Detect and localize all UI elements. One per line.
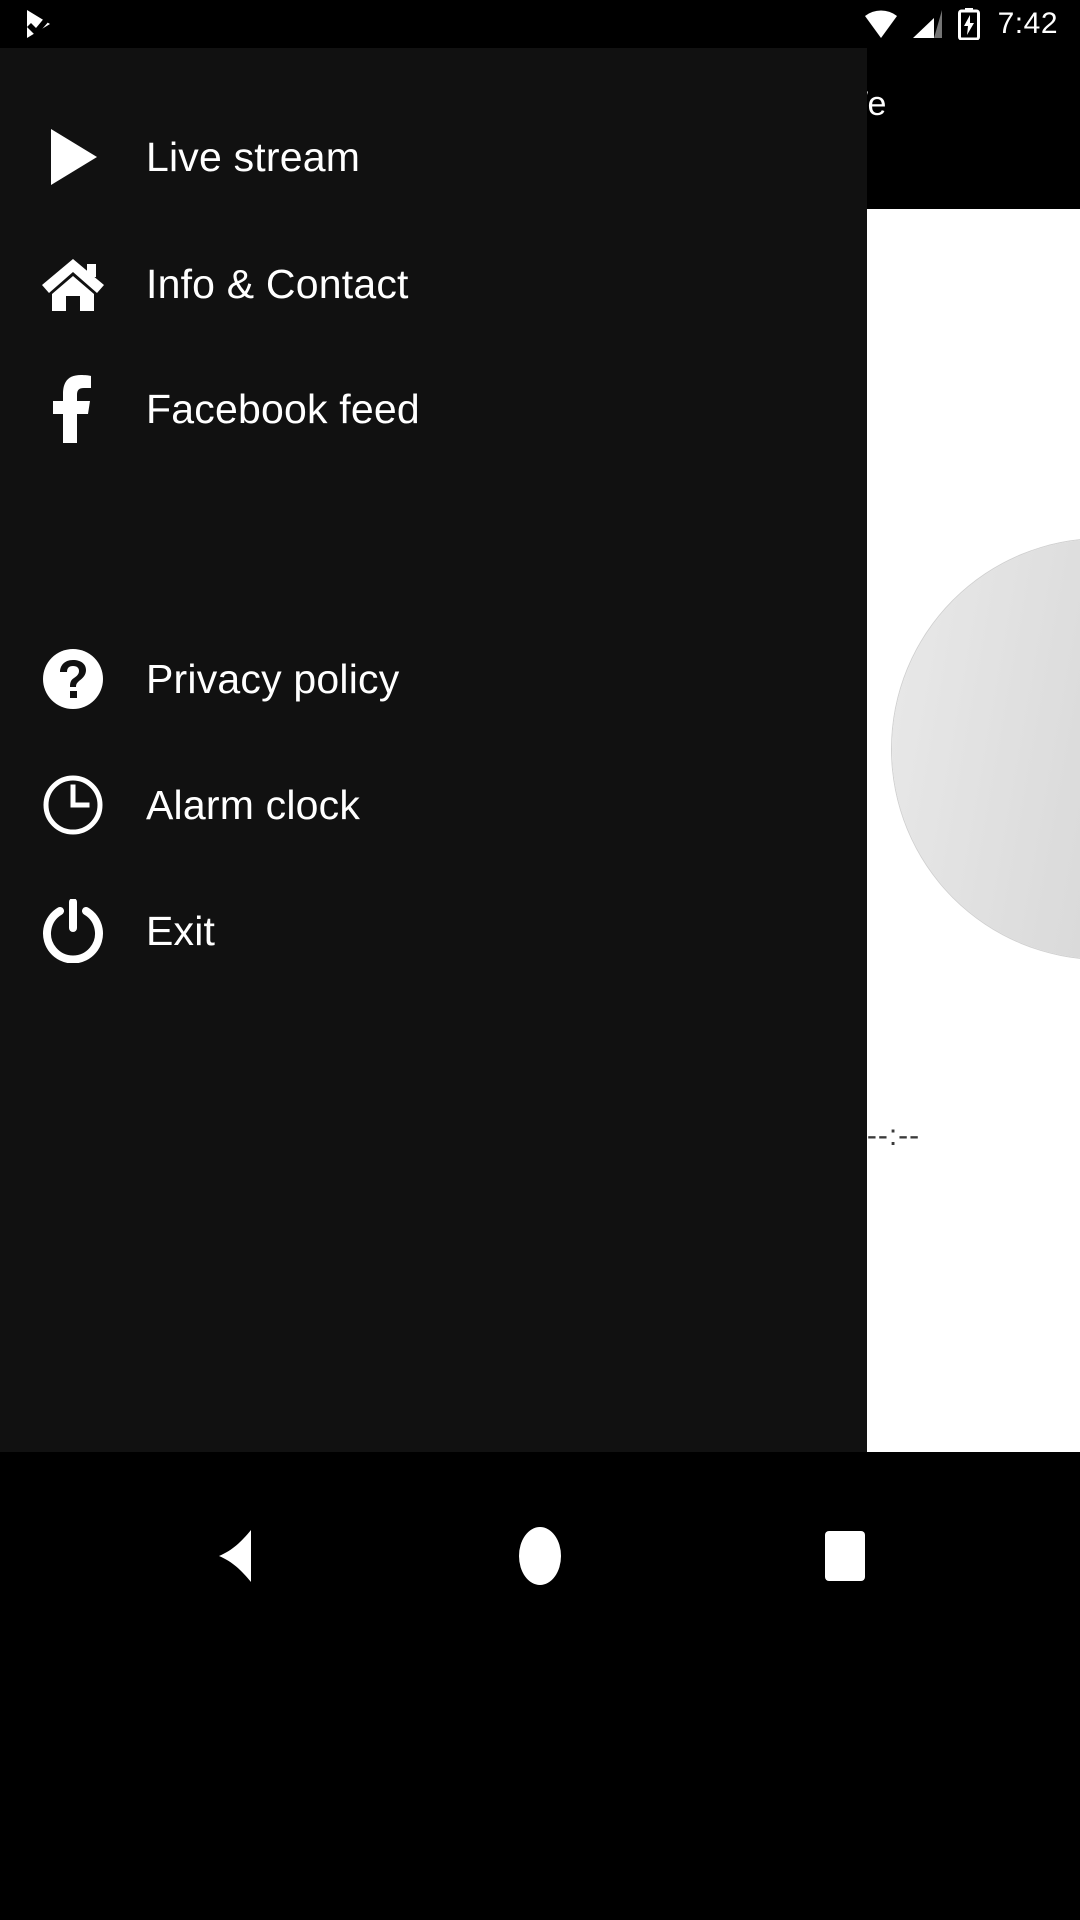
drawer-item-live-stream[interactable]: Live stream xyxy=(0,106,867,208)
status-bar-system-icons: 7:42 xyxy=(864,8,1058,40)
nav-back-button[interactable] xyxy=(175,1496,295,1616)
drawer-item-label: Live stream xyxy=(146,133,361,180)
wifi-icon xyxy=(864,10,897,38)
circular-disc-graphic xyxy=(892,539,1080,959)
power-icon xyxy=(0,899,146,963)
drawer-item-label: Facebook feed xyxy=(146,385,420,432)
phone-screen: --:-- We Live stream xyxy=(0,0,1080,1920)
system-navigation-bar xyxy=(0,1452,1080,1920)
drawer-item-label: Alarm clock xyxy=(146,781,361,828)
recents-square-icon xyxy=(825,1531,865,1581)
cellular-signal-icon xyxy=(912,10,942,38)
facebook-icon xyxy=(0,373,146,445)
drawer-item-privacy-policy[interactable]: Privacy policy xyxy=(0,628,867,730)
home-icon xyxy=(0,255,146,313)
drawer-item-info-contact[interactable]: Info & Contact xyxy=(0,233,867,335)
status-bar-clock: 7:42 xyxy=(997,7,1058,40)
drawer-item-label: Exit xyxy=(146,907,216,954)
battery-charging-icon xyxy=(957,8,980,40)
clock-icon xyxy=(0,774,146,836)
drawer-item-alarm-clock[interactable]: Alarm clock xyxy=(0,754,867,856)
nav-recents-button[interactable] xyxy=(785,1496,905,1616)
nav-home-button[interactable] xyxy=(480,1496,600,1616)
drawer-item-label: Privacy policy xyxy=(146,655,400,702)
home-circle-icon xyxy=(519,1527,561,1585)
status-bar-notifications xyxy=(22,7,56,41)
navigation-drawer: Live stream Info & Contact Facebook feed xyxy=(0,48,867,1452)
drawer-item-exit[interactable]: Exit xyxy=(0,880,867,982)
play-icon xyxy=(0,126,146,188)
play-check-icon xyxy=(27,10,50,38)
help-circle-icon xyxy=(0,648,146,710)
drawer-item-label: Info & Contact xyxy=(146,260,409,307)
status-bar: 7:42 xyxy=(0,0,1080,48)
back-triangle-icon xyxy=(219,1530,251,1582)
drawer-item-facebook-feed[interactable]: Facebook feed xyxy=(0,358,867,460)
